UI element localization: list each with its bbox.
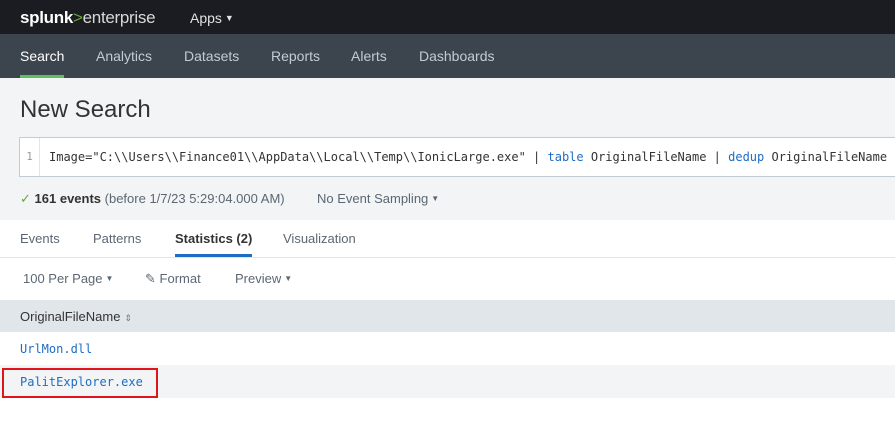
- top-bar: splunk>enterprise Apps ▼: [0, 0, 895, 34]
- format-label: Format: [159, 271, 201, 286]
- tab-events[interactable]: Events: [20, 220, 60, 257]
- tab-visualization[interactable]: Visualization: [283, 220, 356, 257]
- check-icon: ✓: [20, 191, 31, 206]
- event-count: 161 events: [34, 191, 102, 206]
- caret-down-icon: ▼: [431, 194, 440, 203]
- nav-dashboards[interactable]: Dashboards: [419, 34, 495, 78]
- column-header-originalfilename[interactable]: OriginalFileName ⇕: [20, 309, 132, 324]
- line-number: 1: [20, 138, 40, 176]
- per-page-label: 100 Per Page: [23, 271, 103, 286]
- app-nav: Search Analytics Datasets Reports Alerts…: [0, 34, 895, 78]
- result-tabs: Events Patterns Statistics (2) Visualiza…: [0, 220, 895, 258]
- sort-icon[interactable]: ⇕: [124, 313, 132, 323]
- search-status: ✓ 161 events (before 1/7/23 5:29:04.000 …: [20, 191, 285, 207]
- caret-down-icon: ▼: [105, 274, 114, 283]
- search-area: New Search 1 Image="C:\\Users\\Finance01…: [0, 78, 895, 220]
- splunk-logo[interactable]: splunk>enterprise: [20, 8, 156, 28]
- sampling-label: No Event Sampling: [317, 191, 429, 206]
- search-input[interactable]: 1 Image="C:\\Users\\Finance01\\AppData\\…: [19, 137, 895, 177]
- pencil-icon: ✎: [145, 271, 156, 286]
- caret-down-icon: ▼: [224, 13, 234, 23]
- logo-chevron: >: [73, 8, 83, 27]
- table-cell[interactable]: PalitExplorer.exe: [20, 375, 143, 389]
- caret-down-icon: ▼: [284, 274, 293, 283]
- nav-search[interactable]: Search: [20, 34, 65, 78]
- search-query[interactable]: Image="C:\\Users\\Finance01\\AppData\\Lo…: [49, 150, 887, 164]
- query-text: Image="C:\\Users\\Finance01\\AppData\\Lo…: [49, 150, 548, 164]
- table-cell[interactable]: UrlMon.dll: [20, 342, 92, 356]
- logo-enterprise: enterprise: [82, 8, 156, 27]
- nav-datasets[interactable]: Datasets: [184, 34, 239, 78]
- logo-splunk: splunk: [20, 8, 73, 27]
- per-page-dropdown[interactable]: 100 Per Page ▼: [23, 271, 113, 286]
- query-keyword-dedup: dedup: [728, 150, 765, 164]
- table-header: OriginalFileName ⇕: [0, 300, 895, 332]
- nav-alerts[interactable]: Alerts: [351, 34, 387, 78]
- search-time: (before 1/7/23 5:29:04.000 AM): [101, 191, 285, 206]
- query-keyword-table: table: [547, 150, 584, 164]
- column-label: OriginalFileName: [20, 309, 121, 324]
- tab-statistics[interactable]: Statistics (2): [175, 220, 253, 257]
- nav-analytics[interactable]: Analytics: [96, 34, 152, 78]
- results-toolbar: 100 Per Page ▼ ✎ Format Preview ▼: [0, 259, 895, 299]
- table-row: UrlMon.dll: [0, 332, 895, 365]
- apps-menu[interactable]: Apps ▼: [190, 10, 234, 26]
- preview-label: Preview: [235, 271, 282, 286]
- table-row: PalitExplorer.exe: [0, 365, 895, 398]
- format-button[interactable]: ✎ Format: [145, 271, 201, 287]
- tab-patterns[interactable]: Patterns: [93, 220, 141, 257]
- preview-dropdown[interactable]: Preview ▼: [235, 271, 292, 286]
- apps-label: Apps: [190, 10, 222, 26]
- event-sampling-dropdown[interactable]: No Event Sampling ▼: [317, 191, 439, 206]
- page-title: New Search: [20, 96, 151, 123]
- nav-reports[interactable]: Reports: [271, 34, 320, 78]
- query-text: OriginalFileName |: [583, 150, 729, 164]
- query-text: OriginalFileName: [764, 150, 888, 164]
